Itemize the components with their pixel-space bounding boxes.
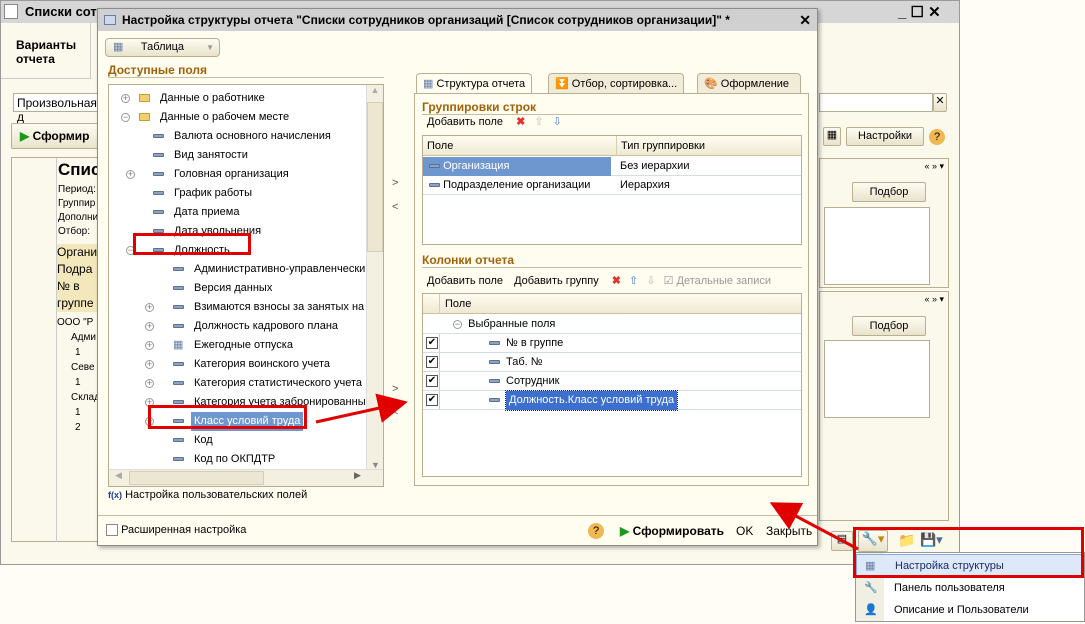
arrow-to-dialog: [769, 502, 859, 551]
annotation-arrows: [315, 393, 859, 551]
arrow-to-columns: [315, 393, 408, 424]
